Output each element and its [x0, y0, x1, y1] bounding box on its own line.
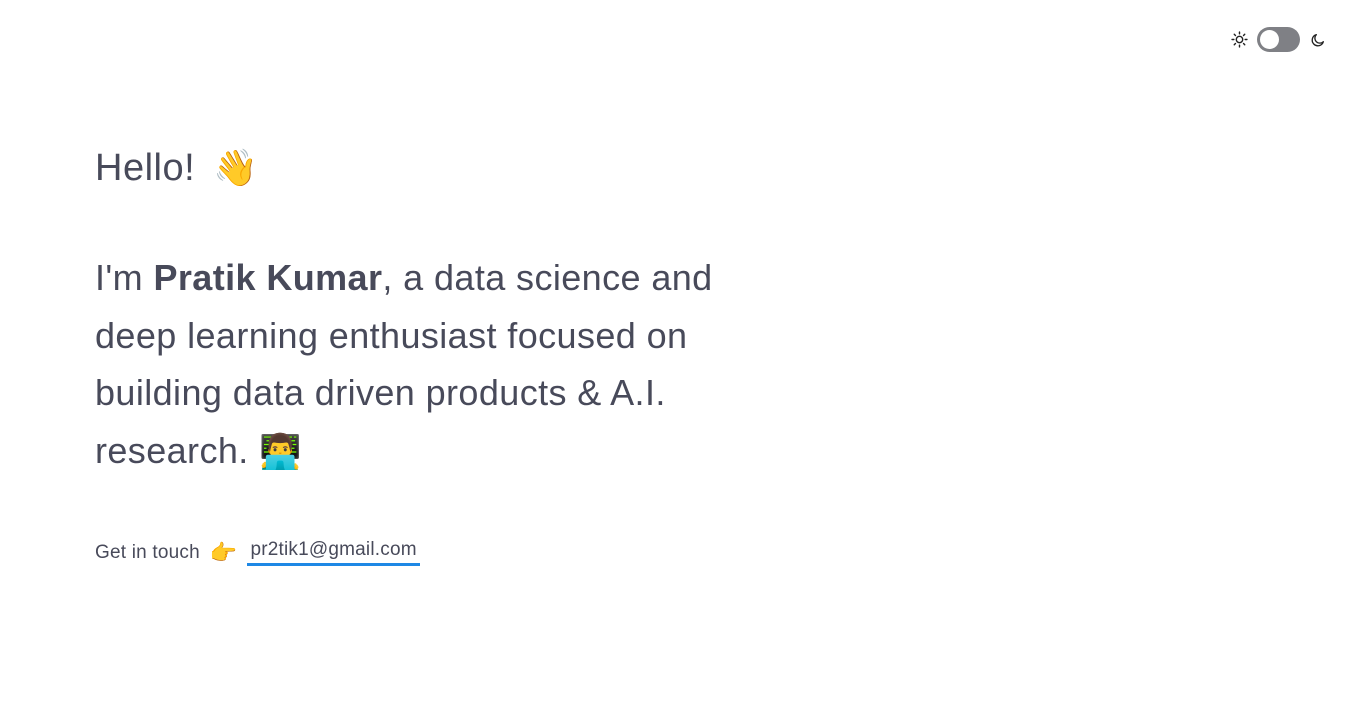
pointing-right-icon: 👉 — [209, 539, 238, 565]
toggle-knob — [1260, 30, 1279, 49]
author-name: Pratik Kumar — [153, 257, 383, 298]
greeting-heading: Hello! 👋 — [95, 138, 755, 198]
waving-hand-icon: 👋 — [213, 147, 259, 188]
theme-switcher — [1231, 27, 1326, 52]
intro-paragraph: I'm Pratik Kumar, a data science and dee… — [95, 249, 735, 481]
hero-section: Hello! 👋 I'm Pratik Kumar, a data scienc… — [95, 138, 755, 566]
greeting-text: Hello! — [95, 146, 196, 189]
contact-label: Get in touch — [95, 541, 200, 563]
theme-toggle[interactable] — [1257, 27, 1300, 52]
technologist-icon: 👨‍💻 — [259, 432, 302, 471]
sun-icon — [1231, 31, 1248, 48]
contact-row: Get in touch 👉 pr2tik1@gmail.com — [95, 539, 755, 566]
email-link[interactable]: pr2tik1@gmail.com — [247, 539, 420, 566]
intro-prefix: I'm — [95, 257, 154, 298]
moon-icon — [1309, 31, 1326, 48]
